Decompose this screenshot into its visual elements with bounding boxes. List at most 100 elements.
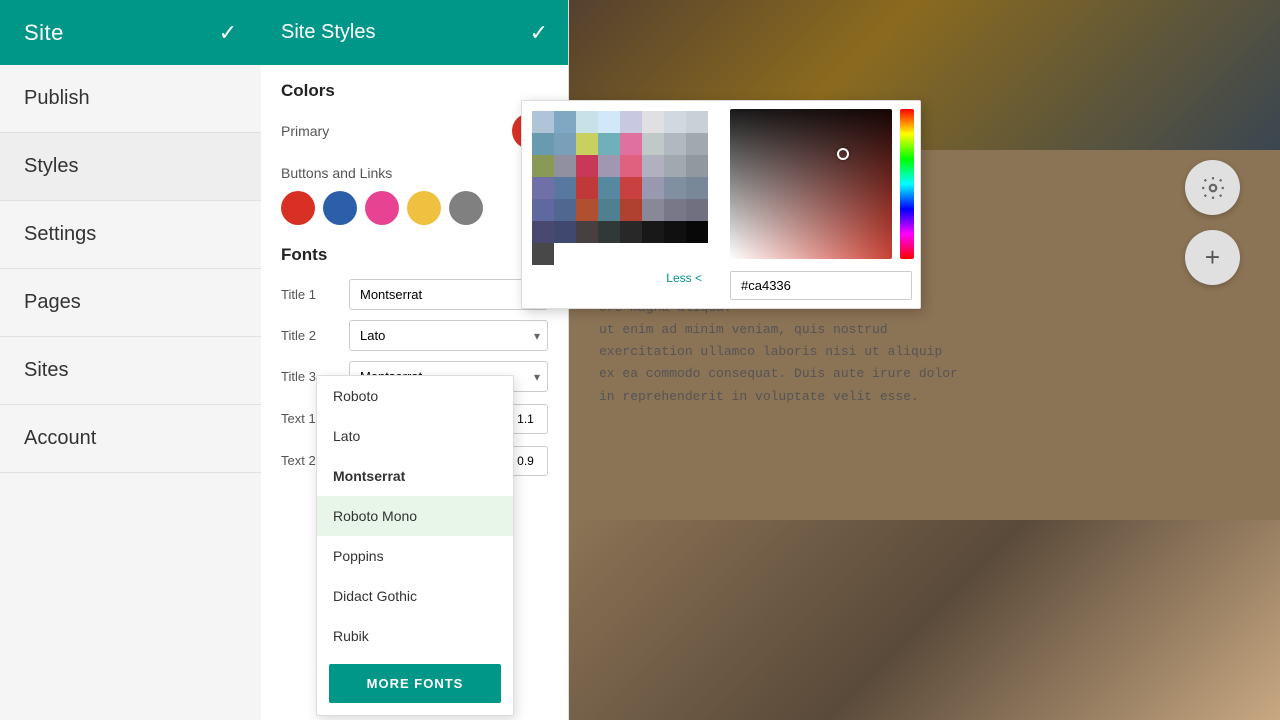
sidebar-item-account[interactable]: Account [0,405,261,473]
palette-cell[interactable] [686,221,708,243]
palette-cell[interactable] [620,177,642,199]
palette-cell[interactable] [620,221,642,243]
palette-cell[interactable] [642,155,664,177]
palette-cell[interactable] [620,199,642,221]
sidebar-sites-label: Sites [24,359,68,381]
swatch-gray[interactable] [449,191,483,225]
palette-cell[interactable] [576,111,598,133]
swatch-red[interactable] [281,191,315,225]
palette-cell[interactable] [598,221,620,243]
palette-cell[interactable] [642,221,664,243]
swatch-yellow[interactable] [407,191,441,225]
font-label-title1: Title 1 [281,287,341,302]
palette-cell[interactable] [598,177,620,199]
palette-cell[interactable] [664,177,686,199]
styles-panel-check-icon[interactable]: ✓ [530,20,548,46]
palette-cell[interactable] [554,133,576,155]
sidebar-item-sites[interactable]: Sites [0,337,261,405]
palette-cell[interactable] [554,199,576,221]
swatch-blue[interactable] [323,191,357,225]
palette-cell[interactable] [664,133,686,155]
palette-cell[interactable] [576,177,598,199]
hue-bar[interactable] [900,109,914,259]
palette-cell[interactable] [532,133,554,155]
palette-cell[interactable] [554,155,576,177]
palette-cell[interactable] [532,243,554,265]
add-button[interactable]: + [1185,230,1240,285]
palette-cell[interactable] [642,199,664,221]
palette-row-5 [532,199,712,221]
palette-cell[interactable] [532,221,554,243]
font-row-title1: Title 1 Montserrat ▾ [281,279,548,310]
styles-panel-header: Site Styles ✓ [261,0,568,65]
swatch-pink[interactable] [365,191,399,225]
color-picker: Less < [521,100,921,309]
more-fonts-button[interactable]: MORE FONTS [329,664,501,703]
palette-cell[interactable] [686,133,708,155]
palette-cell[interactable] [664,155,686,177]
gradient-picker [722,101,920,308]
sidebar-pages-label: Pages [24,291,81,313]
palette-cell[interactable] [620,133,642,155]
sidebar-item-publish[interactable]: Publish [0,65,261,133]
palette-cell[interactable] [686,177,708,199]
palette-cell[interactable] [554,111,576,133]
palette-cell[interactable] [686,155,708,177]
gear-button[interactable] [1185,160,1240,215]
less-button[interactable]: Less < [532,265,712,291]
palette-cell[interactable] [576,133,598,155]
palette-cell[interactable] [598,111,620,133]
gradient-canvas[interactable] [730,109,892,259]
hex-color-input[interactable] [730,271,912,300]
palette-cell[interactable] [598,155,620,177]
sidebar-item-styles[interactable]: Styles [0,133,261,201]
sidebar-publish-label: Publish [24,87,90,109]
palette-cell[interactable] [642,133,664,155]
font-option-rubik[interactable]: Rubik [317,616,513,656]
palette-row-4 [532,177,712,199]
palette-cell[interactable] [686,111,708,133]
sidebar-item-pages[interactable]: Pages [0,269,261,337]
gradient-selector-dot [837,148,849,160]
font-option-lato[interactable]: Lato [317,416,513,456]
palette-cell[interactable] [664,111,686,133]
palette-cell[interactable] [664,199,686,221]
palette-cell[interactable] [532,111,554,133]
palette-cell[interactable] [642,111,664,133]
sidebar-item-settings[interactable]: Settings [0,201,261,269]
font-option-montserrat[interactable]: Montserrat [317,456,513,496]
sidebar: Site ✓ Publish Styles Settings Pages Sit… [0,0,261,720]
palette-cell[interactable] [620,155,642,177]
font-option-roboto[interactable]: Roboto [317,376,513,416]
font-select-title2[interactable]: Lato [349,320,548,351]
primary-label: Primary [281,123,329,139]
palette-cell[interactable] [532,177,554,199]
palette-cell[interactable] [554,177,576,199]
palette-row-1 [532,111,712,133]
font-select-title1[interactable]: Montserrat [349,279,548,310]
palette-row-6 [532,221,712,243]
font-option-poppins[interactable]: Poppins [317,536,513,576]
font-option-didact[interactable]: Didact Gothic [317,576,513,616]
buttons-links-label: Buttons and Links [281,165,548,181]
palette-cell[interactable] [686,199,708,221]
palette-cell[interactable] [554,221,576,243]
palette-cell[interactable] [598,133,620,155]
palette-cell[interactable] [576,221,598,243]
palette-cell[interactable] [576,155,598,177]
palette-cell[interactable] [532,199,554,221]
palette-cell[interactable] [620,111,642,133]
fonts-section-title: Fonts [281,245,548,265]
sidebar-settings-label: Settings [24,223,96,245]
palette-cell[interactable] [532,155,554,177]
font-option-roboto-mono[interactable]: Roboto Mono [317,496,513,536]
palette-cell[interactable] [576,199,598,221]
palette-cell[interactable] [664,221,686,243]
primary-color-row: Primary [281,113,548,149]
palette-row-3 [532,155,712,177]
palette-cell[interactable] [642,177,664,199]
font-row-title2: Title 2 Lato ▾ [281,320,548,351]
palette-cell[interactable] [598,199,620,221]
sidebar-account-label: Account [24,427,96,449]
sidebar-styles-label: Styles [24,155,78,177]
